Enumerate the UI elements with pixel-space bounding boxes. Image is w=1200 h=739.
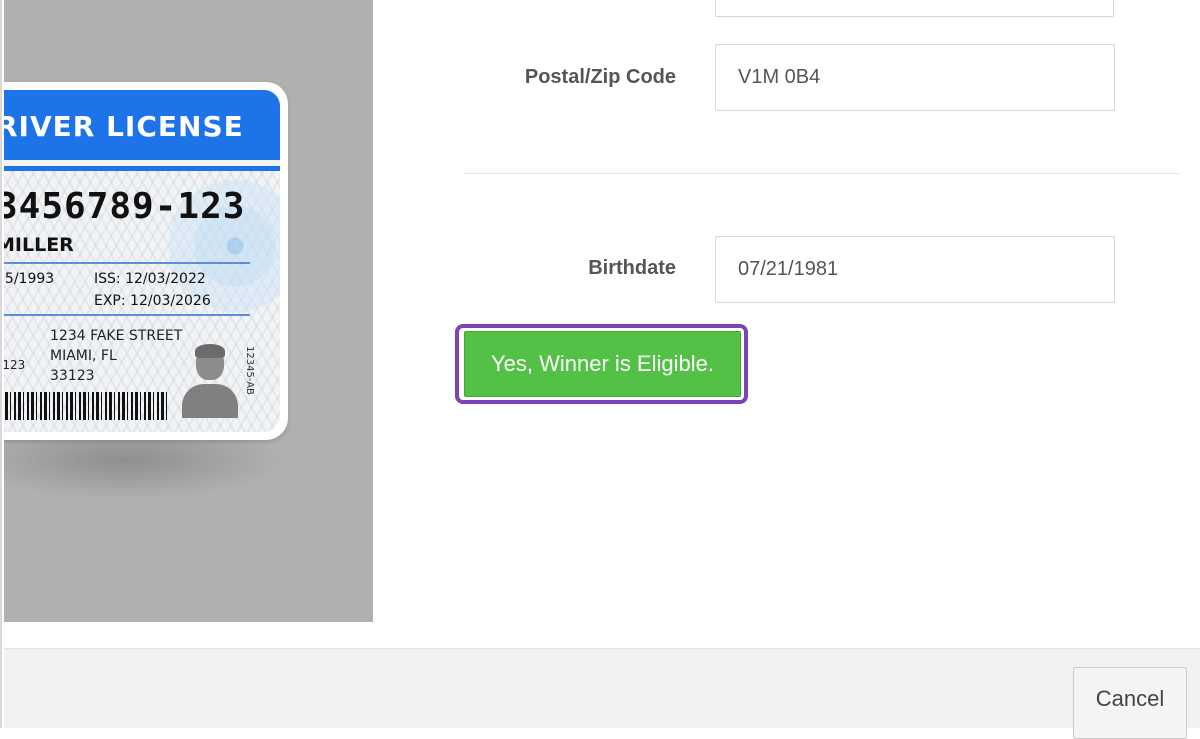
previous-field-input[interactable] [715,0,1114,17]
address-line: 33123 [50,368,95,384]
section-divider [464,173,1180,174]
postal-code-input[interactable] [715,44,1115,111]
cancel-button[interactable]: Cancel [1073,667,1187,739]
license-expiry-date: EXP: 12/03/2026 [94,293,211,309]
birthdate-label: Birthdate [588,257,676,279]
license-ref: -123 [4,358,26,372]
address-line: MIAMI, FL [50,348,117,364]
id-image-panel: RIVER LICENSE 3456789-123 MILLER 05/1993… [4,0,373,622]
license-address: 1234 FAKE STREET MIAMI, FL 33123 [50,326,182,386]
card-face: RIVER LICENSE 3456789-123 MILLER 05/1993… [4,90,280,432]
license-last-name: MILLER [4,234,74,256]
person-photo-icon [178,338,242,418]
card-stripe [4,166,280,171]
card-header-band: RIVER LICENSE [4,90,280,160]
card-divider-line [4,262,250,264]
card-divider-line [4,314,250,316]
license-vertical-code: 12345-AB [244,346,255,395]
modal-footer [4,648,1200,728]
photo-hair [195,344,225,358]
winner-verification-modal: RIVER LICENSE 3456789-123 MILLER 05/1993… [0,0,1200,739]
drivers-license-card: RIVER LICENSE 3456789-123 MILLER 05/1993… [4,82,288,440]
barcode-icon [4,392,168,420]
winner-eligible-button[interactable]: Yes, Winner is Eligible. [464,331,741,397]
license-dob: 05/1993 [4,271,55,287]
card-title: RIVER LICENSE [4,110,244,143]
birthdate-input[interactable] [715,236,1115,303]
postal-code-label: Postal/Zip Code [524,66,676,88]
license-issue-date: ISS: 12/03/2022 [94,271,206,287]
license-number: 3456789-123 [4,186,246,227]
address-line: 1234 FAKE STREET [50,328,183,344]
photo-body [182,384,238,418]
